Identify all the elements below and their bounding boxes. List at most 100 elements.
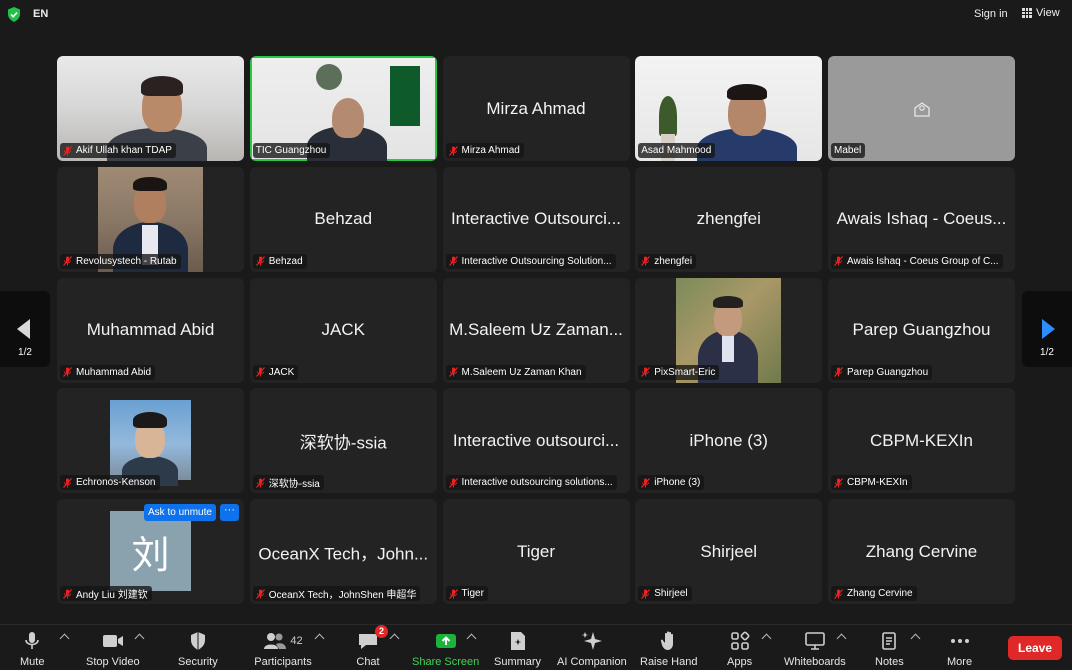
- participant-name: PixSmart-Eric: [654, 366, 716, 378]
- participant-tile[interactable]: M.Saleem Uz Zaman... M.Saleem Uz Zaman K…: [442, 277, 630, 383]
- participant-more-options-button[interactable]: ···: [220, 504, 239, 521]
- apps-button[interactable]: Apps: [727, 629, 752, 668]
- next-page-button[interactable]: 1/2: [1022, 291, 1072, 367]
- stop-video-button[interactable]: Stop Video: [86, 629, 140, 668]
- participant-label: Akif Ullah khan TDAP: [60, 143, 176, 158]
- security-button[interactable]: Security: [178, 629, 218, 668]
- participant-tile[interactable]: PixSmart-Eric: [635, 277, 823, 383]
- participants-label: Participants: [254, 656, 312, 668]
- muted-mic-icon: [63, 256, 72, 267]
- muted-mic-icon: [255, 588, 265, 599]
- participant-tile[interactable]: Parep Guangzhou Parep Guangzhou: [828, 277, 1015, 383]
- right-arrow-icon: [1042, 319, 1055, 339]
- chat-label: Chat: [356, 656, 380, 668]
- raise-hand-label: Raise Hand: [640, 656, 698, 668]
- raise-hand-button[interactable]: Raise Hand: [640, 629, 697, 668]
- apps-label: Apps: [727, 656, 753, 668]
- left-arrow-icon: [17, 319, 30, 339]
- participant-tile[interactable]: iPhone (3) iPhone (3): [635, 388, 823, 494]
- participant-name: Interactive outsourcing solutions...: [461, 477, 613, 489]
- participant-tile[interactable]: Zhang Cervine Zhang Cervine: [828, 499, 1015, 604]
- participant-name: Behzad: [268, 255, 303, 267]
- participant-display-name: Mirza Ahmad: [486, 98, 586, 118]
- participant-tile[interactable]: Interactive outsourci... Interactive out…: [442, 388, 630, 494]
- participant-tile[interactable]: Awais Ishaq - Coeus... Awais Ishaq - Coe…: [828, 166, 1015, 272]
- chat-button[interactable]: 2 Chat: [356, 625, 388, 668]
- encryption-shield-icon[interactable]: [7, 7, 21, 22]
- participant-display-name: Interactive outsourci...: [452, 430, 620, 450]
- apps-options-chevron-icon[interactable]: [761, 633, 772, 644]
- participant-label: Mirza Ahmad: [445, 143, 524, 158]
- view-button[interactable]: View: [1022, 7, 1060, 19]
- participant-video: [110, 400, 191, 487]
- page-indicator: 1/2: [18, 347, 32, 358]
- audio-options-chevron-icon[interactable]: [59, 633, 70, 644]
- summary-button[interactable]: Summary: [494, 629, 541, 668]
- participant-tile[interactable]: Interactive Outsourci... Interactive Out…: [442, 166, 630, 272]
- participant-display-name: Tiger: [516, 541, 556, 561]
- sign-in-link[interactable]: Sign in: [974, 8, 1008, 20]
- whiteboards-button[interactable]: Whiteboards: [784, 629, 846, 668]
- chat-unread-badge: 2: [375, 625, 388, 638]
- participant-tile[interactable]: Shirjeel Shirjeel: [635, 499, 823, 604]
- leave-meeting-button[interactable]: Leave: [1008, 636, 1062, 660]
- participant-tile[interactable]: JACK JACK: [249, 277, 437, 383]
- participant-name: Parep Guangzhou: [847, 366, 929, 378]
- participant-tile[interactable]: CBPM-KEXIn CBPM-KEXIn: [828, 388, 1015, 494]
- summary-document-icon: [506, 629, 530, 653]
- participant-tile[interactable]: Revolusystech - Rutab: [57, 166, 244, 272]
- emblem-graphic: [315, 64, 342, 90]
- participant-name: Asad Mahmood: [641, 145, 712, 156]
- notes-button[interactable]: Notes: [875, 629, 904, 668]
- muted-mic-icon: [448, 367, 458, 377]
- muted-mic-icon: [448, 477, 458, 488]
- sparkle-icon: [580, 629, 604, 653]
- participant-name: Awais Ishaq - Coeus Group of C...: [847, 255, 999, 267]
- previous-page-button[interactable]: 1/2: [0, 291, 50, 367]
- muted-mic-icon: [834, 477, 843, 488]
- participant-tile[interactable]: Mabel: [828, 56, 1015, 161]
- participant-tile[interactable]: OceanX Tech，John... OceanX Tech，JohnShen…: [249, 499, 437, 604]
- participant-display-name: M.Saleem Uz Zaman...: [449, 320, 623, 339]
- ai-companion-button[interactable]: AI Companion: [557, 629, 627, 668]
- chat-options-chevron-icon[interactable]: [389, 633, 400, 644]
- plant-graphic: [659, 96, 678, 136]
- participant-tile[interactable]: 深软协-ssia 深软协-ssia: [249, 388, 437, 494]
- participant-tile[interactable]: Behzad Behzad: [249, 166, 437, 272]
- participant-tile[interactable]: Tiger Tiger: [442, 499, 630, 604]
- mute-button[interactable]: Mute: [20, 629, 44, 668]
- participant-label: Interactive Outsourcing Solution...: [445, 253, 616, 269]
- participant-tile[interactable]: Mirza Ahmad Mirza Ahmad: [442, 56, 630, 161]
- participant-name: Zhang Cervine: [847, 588, 913, 599]
- notes-options-chevron-icon[interactable]: [910, 633, 921, 644]
- participant-tile[interactable]: 刘 Ask to unmute ··· Andy Liu 刘建钦: [57, 499, 244, 604]
- participant-label: PixSmart-Eric: [638, 364, 720, 380]
- participants-button[interactable]: 42 Participants: [253, 629, 313, 668]
- gallery-grid: Akif Ullah khan TDAP TIC Guangzhou Mirza…: [57, 56, 1015, 604]
- muted-mic-icon: [641, 588, 651, 599]
- participant-avatar: 刘: [110, 511, 191, 591]
- participant-tile[interactable]: Echronos-Kenson: [57, 388, 244, 494]
- participant-tile[interactable]: Asad Mahmood: [635, 56, 823, 161]
- participant-name: Tiger: [461, 588, 484, 599]
- more-button[interactable]: More: [947, 629, 972, 668]
- language-indicator[interactable]: EN: [33, 8, 48, 20]
- muted-mic-icon: [834, 588, 843, 599]
- participant-name: TIC Guangzhou: [255, 145, 327, 156]
- participants-options-chevron-icon[interactable]: [314, 633, 325, 644]
- mute-label: Mute: [20, 656, 45, 668]
- meeting-toolbar: Mute Stop Video Security 42 Participants…: [0, 624, 1072, 670]
- participant-label: Mabel: [831, 143, 866, 158]
- notes-label: Notes: [875, 656, 904, 668]
- participant-label: Parep Guangzhou: [831, 364, 933, 380]
- participant-tile[interactable]: Akif Ullah khan TDAP: [57, 56, 244, 161]
- participant-tile-active-speaker[interactable]: TIC Guangzhou: [249, 56, 437, 161]
- muted-mic-icon: [448, 145, 458, 156]
- participant-label: Shirjeel: [638, 586, 692, 601]
- share-screen-arrow-icon: [434, 629, 458, 653]
- participant-tile[interactable]: Muhammad Abid Muhammad Abid: [57, 277, 244, 383]
- muted-mic-icon: [255, 477, 265, 488]
- ask-to-unmute-button[interactable]: Ask to unmute: [144, 504, 216, 521]
- participant-label: iPhone (3): [638, 475, 705, 491]
- participant-tile[interactable]: zhengfei zhengfei: [635, 166, 823, 272]
